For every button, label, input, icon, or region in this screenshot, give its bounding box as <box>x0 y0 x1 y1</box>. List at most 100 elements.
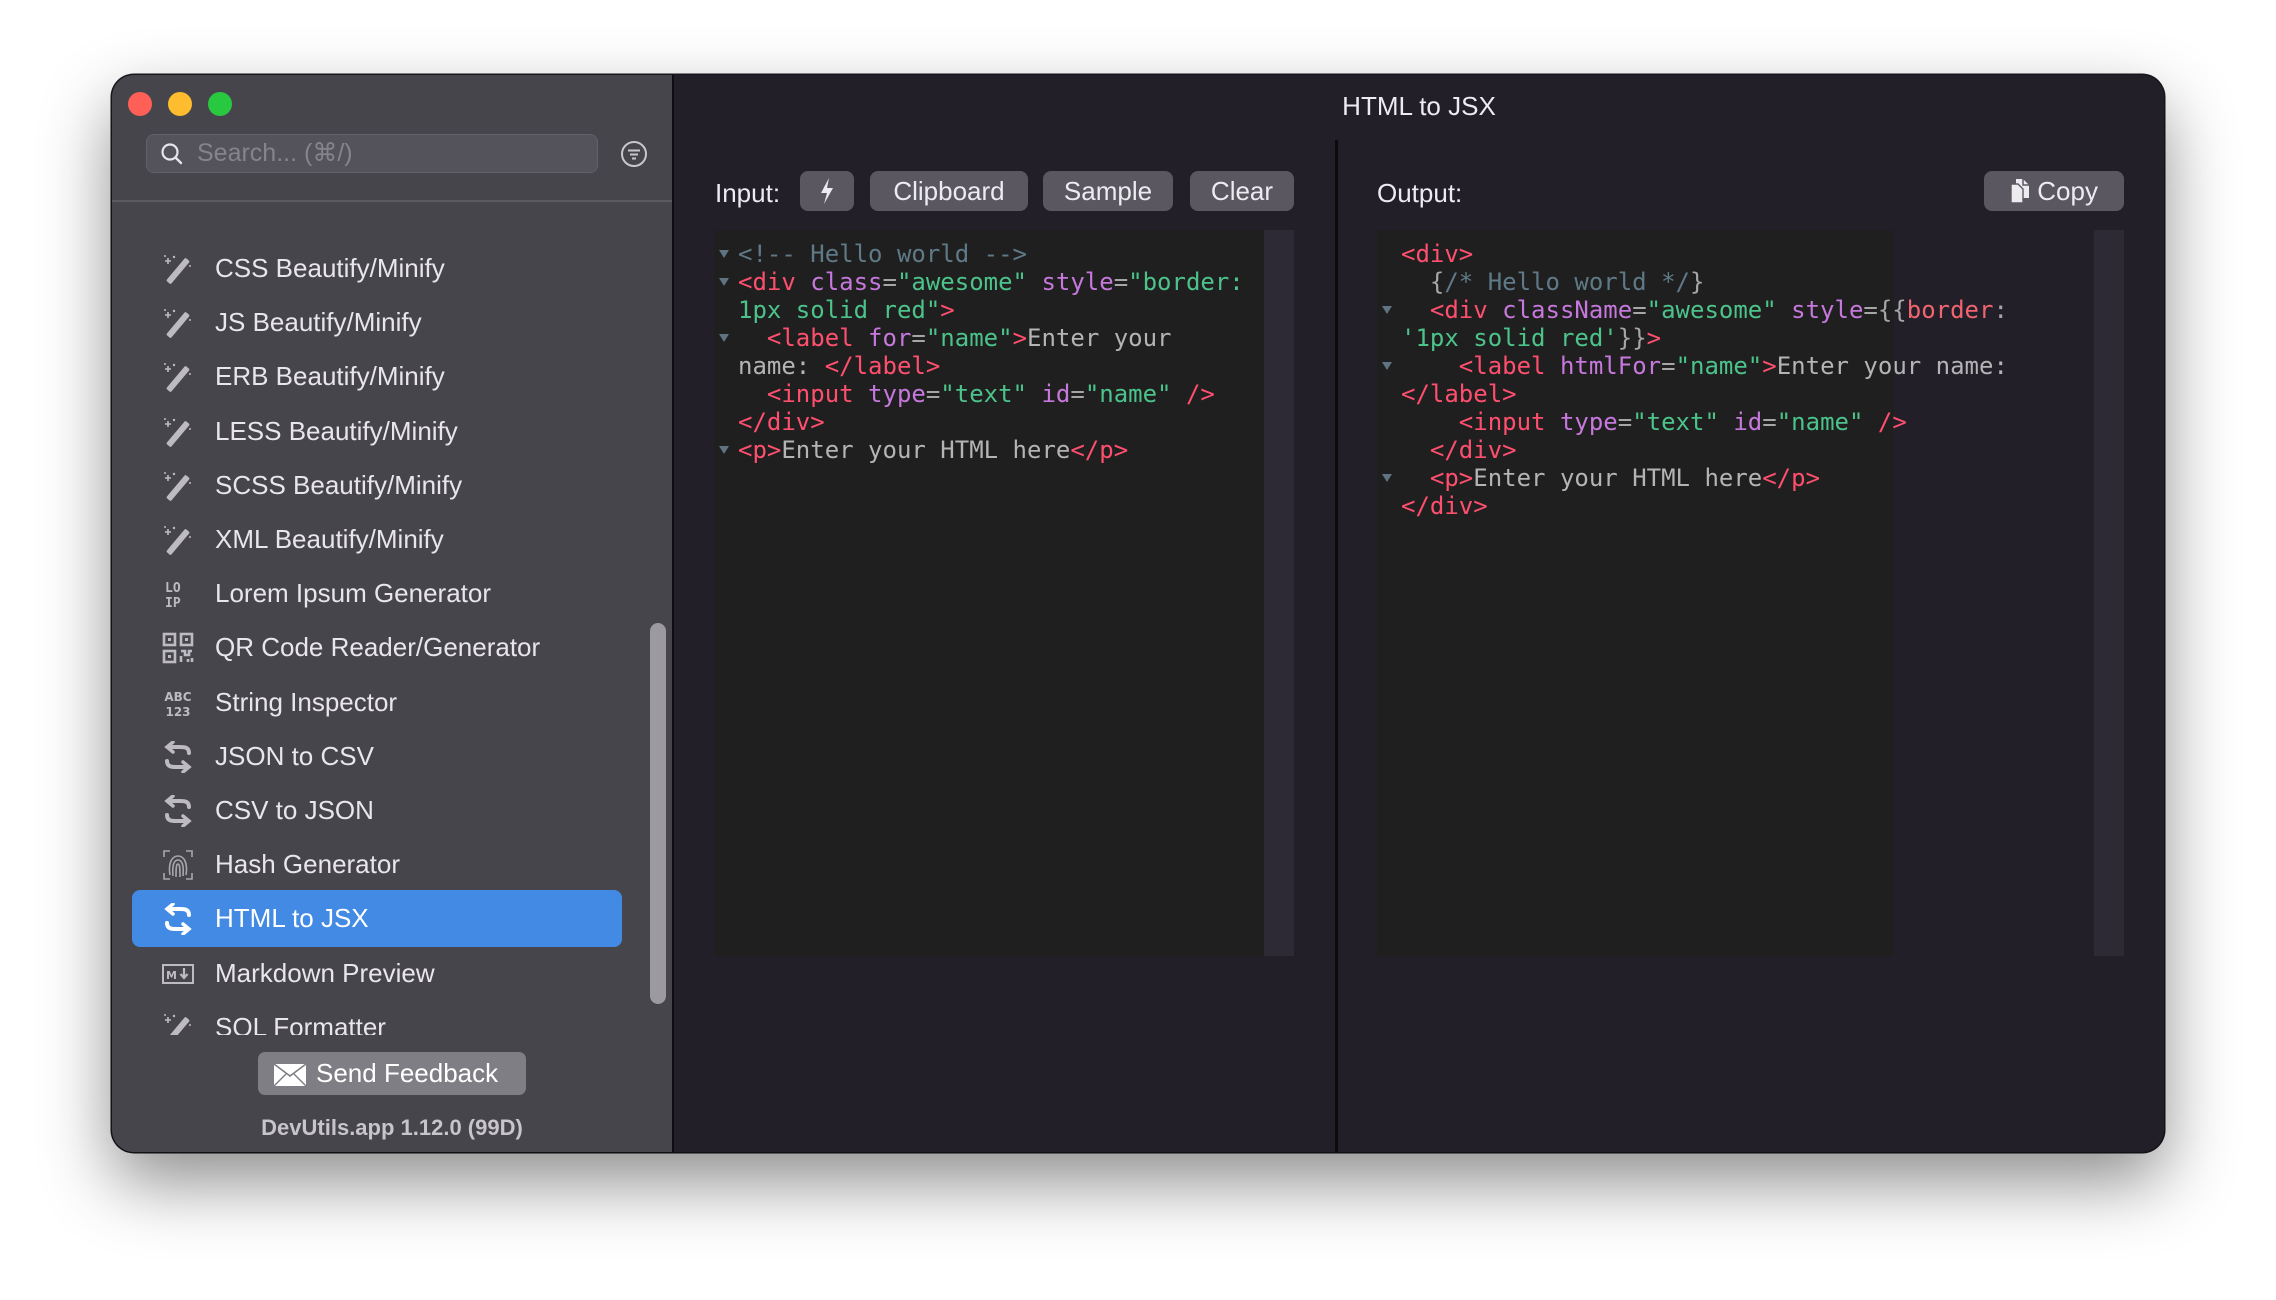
sidebar-scrollbar[interactable] <box>650 623 666 1004</box>
convert-arrows-icon <box>162 902 194 937</box>
code-token-tag: > <box>1012 324 1028 352</box>
fold-toggle-icon[interactable] <box>1382 362 1392 370</box>
fold-toggle-icon[interactable] <box>1382 306 1392 314</box>
code-line: </div> <box>1430 436 1517 464</box>
output-editor[interactable]: <div> {/* Hello world */} <div className="… <box>1377 230 2008 956</box>
code-line: <input type="text" id="name" /> <box>767 380 1215 408</box>
copy-button[interactable]: Copy <box>1984 171 2124 211</box>
code-token-attr: type <box>1559 408 1618 436</box>
clipboard-button[interactable]: Clipboard <box>870 171 1028 211</box>
search-input[interactable] <box>197 135 587 172</box>
sidebar-item-scss-beautify-minify[interactable]: SCSS Beautify/Minify <box>132 457 622 514</box>
code-token-tag: </label> <box>824 352 941 380</box>
auto-detect-button[interactable] <box>800 171 854 211</box>
magic-wand-icon <box>162 253 194 285</box>
abc-123-icon: ABC 123 <box>162 687 194 719</box>
sidebar-item-qr-code-reader-generator[interactable]: QR Code Reader/Generator <box>132 619 622 676</box>
close-window-button[interactable] <box>128 92 152 116</box>
code-line: <div class="awesome" style="border: <box>738 268 1244 296</box>
code-token-tag: </div> <box>1429 436 1517 464</box>
code-line: <div className="awesome" style={{border: <box>1430 296 2008 324</box>
sidebar: CSS Beautify/Minify JS Beautify/Minify ERB… <box>112 75 674 1152</box>
code-token-txt: name: <box>738 352 825 380</box>
input-editor[interactable]: <!-- Hello world --> <div class="awesome"… <box>714 230 1264 956</box>
code-token-txt: Enter your name: <box>1776 352 2008 380</box>
code-token-punc: = <box>925 380 941 408</box>
code-token-tag: <div <box>738 268 811 296</box>
code-token-str: "awesome" <box>1646 296 1777 324</box>
search-box[interactable] <box>146 134 598 173</box>
code-line: </div> <box>738 408 825 436</box>
sidebar-item-json-to-csv[interactable]: JSON to CSV <box>132 728 622 785</box>
lorem-ipsum-icon: LO IP <box>162 578 194 611</box>
code-line: <p>Enter your HTML here</p> <box>1430 464 1820 492</box>
fold-toggle-icon[interactable] <box>719 278 729 286</box>
sidebar-item-label: String Inspector <box>215 686 398 717</box>
magic-wand-icon <box>162 524 194 556</box>
sidebar-item-sql-formatter[interactable]: SQL Formatter <box>132 999 622 1035</box>
sidebar-item-csv-to-json[interactable]: CSV to JSON <box>132 782 622 839</box>
sidebar-item-label: JS Beautify/Minify <box>215 307 422 338</box>
fingerprint-icon <box>162 849 194 881</box>
magic-wand-icon <box>162 361 194 393</box>
magic-wand-icon <box>162 307 194 339</box>
sidebar-item-string-inspector[interactable]: ABC 123 String Inspector <box>132 674 622 731</box>
sample-button[interactable]: Sample <box>1043 171 1173 211</box>
fold-toggle-icon[interactable] <box>719 446 729 454</box>
app-version: DevUtils.app 1.12.0 (99D) <box>261 1115 523 1140</box>
pane-divider[interactable] <box>1335 140 1338 1152</box>
code-token-str: "name" <box>925 324 1013 352</box>
sidebar-item-js-beautify-minify[interactable]: JS Beautify/Minify <box>132 294 622 351</box>
convert-arrows-icon <box>162 740 194 774</box>
sidebar-item-label: CSS Beautify/Minify <box>215 253 445 283</box>
code-token-attr: id <box>1733 408 1763 436</box>
output-editor-scrollbar[interactable] <box>2094 230 2124 956</box>
fold-toggle-icon[interactable] <box>719 250 729 258</box>
code-token-str: "text" <box>1632 408 1719 436</box>
fold-toggle-icon[interactable] <box>719 334 729 342</box>
code-token-punc: = <box>911 324 926 352</box>
code-token-tag: <div> <box>1401 240 1474 268</box>
code-token-punc: } <box>1689 268 1705 296</box>
code-token-str: '1px solid red' <box>1401 324 1618 352</box>
code-token-attr: htmlFor <box>1559 352 1662 380</box>
copy-document-icon <box>2010 179 2030 204</box>
sidebar-item-label: Hash Generator <box>215 849 400 880</box>
clear-button[interactable]: Clear <box>1190 171 1294 211</box>
code-token-tag: </p> <box>1762 464 1821 492</box>
minimize-window-button[interactable] <box>168 92 192 116</box>
sidebar-item-markdown-preview[interactable]: M Markdown Preview <box>132 945 622 1002</box>
code-token-txt: Enter your HTML here <box>781 436 1071 464</box>
input-editor-scrollbar[interactable] <box>1264 230 1294 956</box>
code-token-tag: <label <box>766 324 869 352</box>
code-line: </div> <box>1401 492 1488 520</box>
code-line: <div> <box>1401 240 1473 268</box>
fold-toggle-icon[interactable] <box>1382 474 1392 482</box>
code-token-str: "name" <box>1084 380 1172 408</box>
zoom-window-button[interactable] <box>208 92 232 116</box>
sidebar-item-css-beautify-minify[interactable]: CSS Beautify/Minify <box>132 240 622 297</box>
code-token-punc: = <box>1632 296 1647 324</box>
code-token-tag: </div> <box>1401 492 1488 520</box>
svg-text:123: 123 <box>165 705 190 719</box>
sidebar-item-label: Markdown Preview <box>215 957 435 988</box>
filter-icon[interactable] <box>620 140 648 168</box>
send-feedback-label: Send Feedback <box>316 1058 499 1088</box>
sidebar-item-label: ERB Beautify/Minify <box>215 361 445 392</box>
sidebar-item-html-to-jsx[interactable]: HTML to JSX <box>132 890 622 948</box>
envelope-icon <box>274 1064 306 1086</box>
sidebar-item-label: CSV to JSON <box>215 795 374 825</box>
sidebar-item-lorem-ipsum-generator[interactable]: LO IP Lorem Ipsum Generator <box>132 565 622 622</box>
send-feedback-button[interactable]: Send Feedback <box>258 1052 526 1095</box>
sidebar-item-xml-beautify-minify[interactable]: XML Beautify/Minify <box>132 511 622 568</box>
svg-text:M: M <box>166 969 177 982</box>
code-token-punc: = <box>1617 408 1633 436</box>
magic-wand-icon <box>162 1012 194 1035</box>
sidebar-item-less-beautify-minify[interactable]: LESS Beautify/Minify <box>132 403 622 460</box>
sidebar-item-erb-beautify-minify[interactable]: ERB Beautify/Minify <box>132 348 622 405</box>
window-title: HTML to JSX <box>1342 91 1496 121</box>
code-token-tag: > <box>940 296 955 324</box>
sidebar-item-hash-generator[interactable]: Hash Generator <box>132 836 622 893</box>
code-token-tag: /> <box>1877 408 1907 436</box>
